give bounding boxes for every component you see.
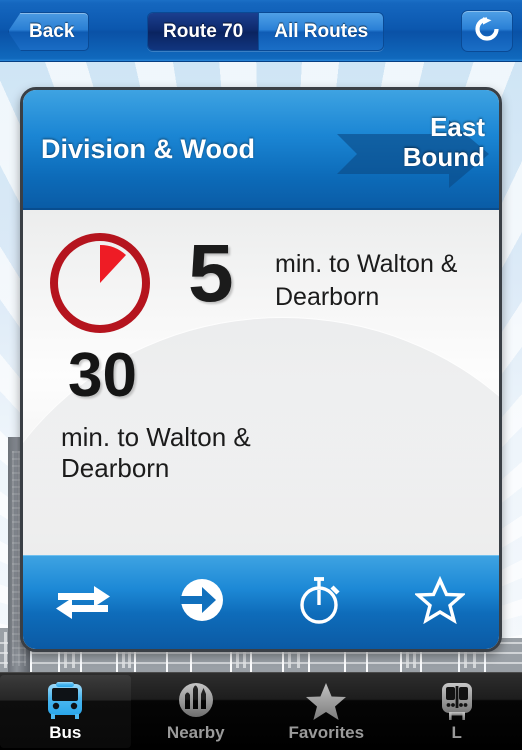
skyline-circle-icon xyxy=(175,681,217,721)
direction-banner: East Bound xyxy=(331,112,491,196)
tab-l-train[interactable]: L xyxy=(392,673,522,750)
arrival-row-secondary[interactable]: 30 min. to Walton & Dearborn xyxy=(23,340,323,540)
top-navigation-bar: Back Route 70 All Routes xyxy=(0,0,522,62)
card-body: 5 min. to Walton & Dearborn 30 min. to W… xyxy=(23,210,499,555)
arrival-destination-secondary: min. to Walton & Dearborn xyxy=(61,422,251,483)
segment-route-70[interactable]: Route 70 xyxy=(148,13,259,50)
card-toolbar xyxy=(23,555,499,649)
arrival-minutes-primary: 5 xyxy=(188,228,234,319)
segment-route-70-label: Route 70 xyxy=(163,20,244,42)
refresh-icon xyxy=(472,14,502,49)
back-button[interactable]: Back xyxy=(8,12,90,51)
route-segmented-control[interactable]: Route 70 All Routes xyxy=(147,12,385,51)
arrow-into-circle-icon xyxy=(177,575,227,630)
reverse-direction-button[interactable] xyxy=(46,572,120,634)
tab-favorites[interactable]: Favorites xyxy=(261,673,392,750)
add-favorite-button[interactable] xyxy=(403,572,477,634)
star-icon xyxy=(304,681,348,721)
refresh-button[interactable] xyxy=(461,10,513,52)
arrival-row-primary[interactable]: 5 min. to Walton & Dearborn xyxy=(23,210,499,340)
bus-icon xyxy=(43,681,87,721)
segment-all-routes[interactable]: All Routes xyxy=(258,13,384,50)
tab-l-label: L xyxy=(451,722,462,742)
stopwatch-icon xyxy=(295,573,347,632)
tab-bus[interactable]: Bus xyxy=(0,675,131,748)
direction-line-2: Bound xyxy=(402,142,485,172)
star-outline-icon xyxy=(413,575,466,629)
app-root: Back Route 70 All Routes Division & Wood xyxy=(0,0,522,750)
tab-bus-label: Bus xyxy=(49,722,82,742)
stop-name: Division & Wood xyxy=(41,134,255,164)
direction-text: East Bound xyxy=(335,112,485,172)
tab-favorites-label: Favorites xyxy=(288,722,365,742)
direction-line-1: East xyxy=(430,112,485,142)
go-to-stop-button[interactable] xyxy=(165,572,239,634)
arrival-minutes-secondary: 30 xyxy=(68,341,137,410)
tab-nearby[interactable]: Nearby xyxy=(131,673,262,750)
back-button-label: Back xyxy=(29,20,75,42)
train-icon xyxy=(436,681,478,721)
card-header: Division & Wood East Bound xyxy=(23,90,499,210)
tab-nearby-label: Nearby xyxy=(166,722,225,742)
arrival-destination-primary: min. to Walton & Dearborn xyxy=(275,250,458,311)
segment-all-routes-label: All Routes xyxy=(274,20,369,42)
schedule-button[interactable] xyxy=(284,572,358,634)
bottom-tab-bar: Bus Nearby Favorites L xyxy=(0,672,522,750)
clock-icon xyxy=(45,228,155,338)
swap-direction-icon xyxy=(52,578,114,627)
arrival-card: Division & Wood East Bound 5 min. to Wal… xyxy=(20,87,502,652)
